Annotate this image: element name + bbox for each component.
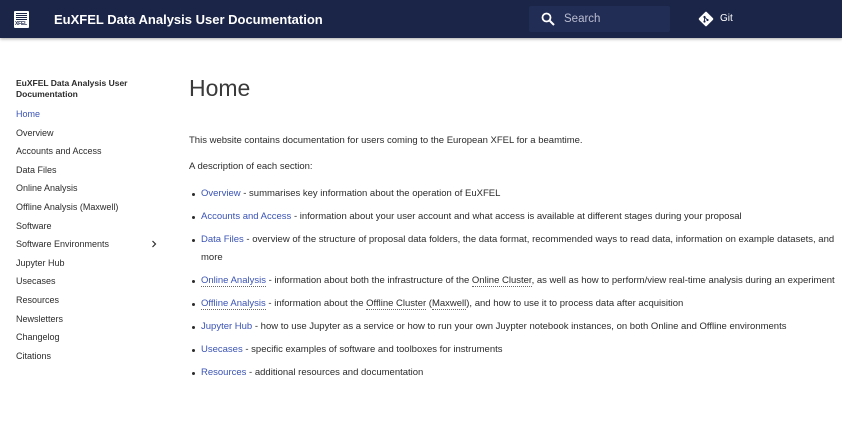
git-label: Git [720, 13, 733, 24]
accounts-and-access-link[interactable]: Accounts and Access [201, 211, 291, 222]
sidebar-item-jupyter-hub[interactable]: Jupyter Hub [16, 254, 166, 273]
bullet-icon [192, 239, 195, 242]
sidebar-item-usecases[interactable]: Usecases [16, 272, 166, 291]
intro-paragraph: This website contains documentation for … [189, 135, 583, 146]
item-text: - specific examples of software and tool… [242, 344, 503, 355]
euxfel-logo[interactable]: XFEL [14, 11, 29, 28]
sidebar-item-software[interactable]: Software [16, 217, 166, 236]
item-text: ), and how to use it to process data aft… [466, 298, 684, 309]
search-input[interactable]: Search [529, 6, 670, 32]
sidebar-item-changelog[interactable]: Changelog [16, 328, 166, 347]
sidebar-item-resources[interactable]: Resources [16, 291, 166, 310]
bullet-icon [192, 372, 195, 375]
list-item: Offline Analysis - information about the… [189, 295, 839, 313]
sidebar-item-newsletters[interactable]: Newsletters [16, 310, 166, 329]
page-title: Home [189, 75, 251, 101]
bullet-icon [192, 326, 195, 329]
usecases-link[interactable]: Usecases [201, 344, 243, 355]
jupyter-hub-link[interactable]: Jupyter Hub [201, 321, 252, 332]
bullet-icon [192, 216, 195, 219]
item-text: - overview of the structure of proposal … [201, 234, 835, 263]
item-text: - additional resources and documentation [246, 367, 424, 378]
sidebar-item-software-environments[interactable]: Software Environments [16, 235, 166, 254]
resources-link[interactable]: Resources [201, 367, 246, 378]
bullet-icon [192, 303, 195, 306]
list-item: Jupyter Hub - how to use Jupyter as a se… [189, 318, 839, 336]
site-title[interactable]: EuXFEL Data Analysis User Documentation [54, 12, 323, 27]
section-list: Overview - summarises key information ab… [189, 185, 839, 382]
main-content: Home This website contains documentation… [189, 74, 839, 387]
search-icon [541, 12, 555, 26]
maxwell-abbr[interactable]: Maxwell [431, 298, 467, 310]
bullet-icon [192, 349, 195, 352]
sidebar-item-accounts-and-access[interactable]: Accounts and Access [16, 142, 166, 161]
sidebar-title: EuXFEL Data Analysis User Documentation [16, 78, 128, 99]
bullet-icon [192, 280, 195, 283]
sidebar-item-label: Software Environments [16, 239, 110, 250]
chevron-right-icon[interactable] [150, 240, 158, 248]
offline-analysis-link[interactable]: Offline Analysis [201, 298, 266, 310]
sidebar-item-overview[interactable]: Overview [16, 124, 166, 143]
list-item: Overview - summarises key information ab… [189, 185, 839, 203]
bullet-icon [192, 193, 195, 196]
section-description: A description of each section: [189, 161, 313, 172]
item-text: - summarises key information about the o… [240, 188, 501, 199]
sidebar-item-data-files[interactable]: Data Files [16, 161, 166, 180]
list-item: Online Analysis - information about both… [189, 272, 839, 290]
sidebar-item-offline-analysis[interactable]: Offline Analysis (Maxwell) [16, 198, 166, 217]
item-text: , as well as how to perform/view real-ti… [531, 275, 835, 286]
item-text: - information about your user account an… [291, 211, 742, 222]
sidebar-nav: EuXFEL Data Analysis User Documentation … [16, 78, 166, 365]
sidebar-item-home[interactable]: Home [16, 105, 166, 124]
list-item: Resources - additional resources and doc… [189, 364, 839, 382]
git-icon [698, 11, 714, 27]
item-text: - information about the [265, 298, 367, 309]
list-item: Accounts and Access - information about … [189, 208, 839, 226]
sidebar-item-citations[interactable]: Citations [16, 347, 166, 366]
offline-cluster-abbr[interactable]: Offline Cluster [366, 298, 427, 310]
data-files-link[interactable]: Data Files [201, 234, 244, 245]
online-analysis-link[interactable]: Online Analysis [201, 275, 266, 287]
search-placeholder: Search [564, 13, 601, 25]
item-text: - how to use Jupyter as a service or how… [252, 321, 787, 332]
top-header: XFEL EuXFEL Data Analysis User Documenta… [0, 0, 842, 38]
list-item: Usecases - specific examples of software… [189, 341, 839, 359]
logo-text: XFEL [15, 21, 27, 27]
overview-link[interactable]: Overview [201, 188, 241, 199]
item-text: - information about both the infrastruct… [265, 275, 472, 286]
online-cluster-abbr[interactable]: Online Cluster [471, 275, 532, 287]
sidebar-item-online-analysis[interactable]: Online Analysis [16, 179, 166, 198]
list-item: Data Files - overview of the structure o… [189, 231, 839, 267]
